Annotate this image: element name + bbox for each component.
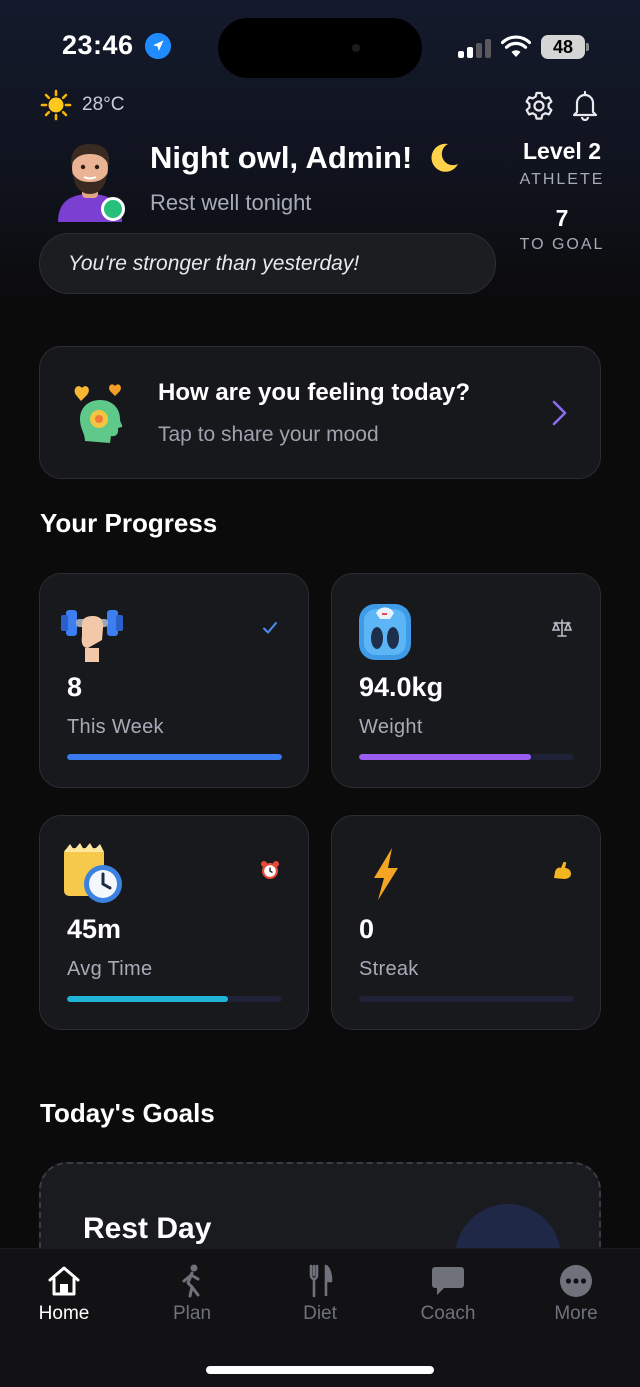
mood-head-icon bbox=[74, 384, 123, 443]
status-bar: 23:46 48 bbox=[0, 0, 640, 90]
camera-dot bbox=[352, 44, 360, 52]
stat-progress-bar bbox=[67, 754, 282, 760]
tab-label: Diet bbox=[303, 1303, 337, 1324]
progress-section-title: Your Progress bbox=[40, 508, 218, 538]
home-icon bbox=[48, 1266, 80, 1296]
tab-label: Plan bbox=[172, 1303, 212, 1324]
goals-section-title: Today's Goals bbox=[40, 1098, 215, 1128]
mood-card-subtitle: Tap to share your mood bbox=[158, 423, 379, 446]
tab-coach[interactable]: Coach bbox=[384, 1263, 512, 1333]
stat-progress-fill bbox=[359, 754, 531, 760]
greeting-title: Night owl, Admin! bbox=[150, 140, 413, 175]
flexed-biceps-icon bbox=[550, 858, 574, 882]
stat-progress-fill bbox=[67, 754, 282, 760]
chevron-right-icon bbox=[552, 400, 567, 426]
home-indicator bbox=[206, 1366, 434, 1374]
check-icon bbox=[258, 616, 282, 640]
status-time: 23:46 bbox=[62, 30, 134, 60]
motivational-quote: You're stronger than yesterday! bbox=[39, 233, 496, 294]
stat-value: 94.0kg bbox=[359, 672, 444, 702]
tab-diet[interactable]: Diet bbox=[256, 1263, 384, 1333]
stat-label: Weight bbox=[359, 716, 423, 738]
fork-knife-icon bbox=[309, 1264, 333, 1298]
stat-progress-bar bbox=[359, 754, 574, 760]
weather: 28°C bbox=[40, 89, 125, 121]
goal-label: TO GOAL bbox=[519, 236, 605, 253]
dumbbell-icon bbox=[61, 610, 123, 662]
chat-bubble-icon bbox=[432, 1267, 464, 1295]
cellular-signal-icon bbox=[458, 38, 492, 58]
walking-icon bbox=[182, 1264, 200, 1298]
stat-card-workouts[interactable]: 8 This Week bbox=[39, 573, 309, 788]
scale-icon bbox=[359, 604, 411, 660]
location-arrow-icon bbox=[145, 33, 171, 59]
stat-label: Avg Time bbox=[67, 958, 153, 980]
tab-label: More bbox=[554, 1303, 598, 1324]
lightning-icon bbox=[374, 848, 398, 900]
battery-indicator: 48 bbox=[541, 35, 589, 59]
stat-label: Streak bbox=[359, 958, 419, 980]
stopwatch-icon bbox=[64, 843, 122, 903]
more-icon bbox=[560, 1265, 592, 1297]
stat-card-streak[interactable]: 0 Streak bbox=[331, 815, 601, 1030]
alarm-clock-icon bbox=[258, 858, 282, 882]
stat-progress-bar bbox=[67, 996, 282, 1002]
stat-progress-bar bbox=[359, 996, 574, 1002]
stat-label: This Week bbox=[67, 716, 164, 738]
mood-card-title: How are you feeling today? bbox=[158, 379, 471, 406]
stat-progress-fill bbox=[67, 996, 229, 1002]
crescent-moon-icon bbox=[431, 143, 458, 172]
bell-icon[interactable] bbox=[569, 89, 601, 121]
home-screen: 23:46 48 28°C Night owl, Admin! Rest wel… bbox=[0, 0, 640, 1387]
tab-label: Coach bbox=[420, 1303, 476, 1324]
tab-plan[interactable]: Plan bbox=[128, 1263, 256, 1333]
wifi-icon bbox=[501, 35, 531, 57]
goal-count: 7 bbox=[555, 205, 569, 231]
balance-icon bbox=[550, 616, 574, 640]
temperature: 28°C bbox=[82, 94, 125, 115]
gear-icon[interactable] bbox=[523, 90, 555, 122]
level-badge[interactable]: Level 2 ATHLETE 7 TO GOAL bbox=[518, 138, 606, 254]
mood-checkin-card[interactable]: How are you feeling today? Tap to share … bbox=[39, 346, 601, 479]
tab-label: Home bbox=[38, 1303, 90, 1324]
online-status-dot bbox=[101, 197, 125, 221]
dynamic-island bbox=[218, 18, 422, 78]
sun-icon bbox=[40, 89, 72, 121]
stat-value: 0 bbox=[359, 914, 375, 944]
stat-card-avg-time[interactable]: 45m Avg Time bbox=[39, 815, 309, 1030]
stat-value: 45m bbox=[67, 914, 122, 944]
battery-level: 48 bbox=[541, 35, 585, 59]
stat-value: 8 bbox=[67, 672, 83, 702]
tab-home[interactable]: Home bbox=[0, 1263, 128, 1333]
stat-card-weight[interactable]: 94.0kg Weight bbox=[331, 573, 601, 788]
goal-card-title: Rest Day bbox=[83, 1212, 212, 1245]
tab-more[interactable]: More bbox=[512, 1263, 640, 1333]
greeting-subtitle: Rest well tonight bbox=[150, 190, 312, 215]
level-rank: ATHLETE bbox=[519, 171, 605, 188]
level-title: Level 2 bbox=[523, 138, 601, 164]
